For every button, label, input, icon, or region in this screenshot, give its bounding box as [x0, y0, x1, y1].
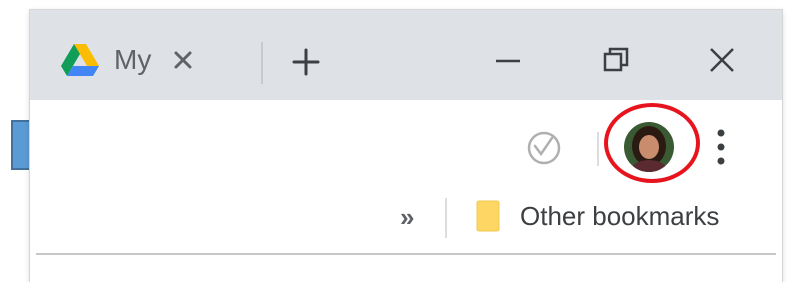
browser-window: My Drive - Google Drive — [30, 10, 782, 282]
tab-title: My Drive - Google Drive — [114, 44, 158, 75]
title-bar: My Drive - Google Drive — [30, 10, 782, 100]
tab-google-drive[interactable]: My Drive - Google Drive — [60, 36, 270, 84]
toolbar-separator — [597, 132, 599, 166]
extension-check-icon[interactable] — [526, 130, 562, 166]
other-bookmarks-label: Other bookmarks — [520, 200, 720, 231]
google-drive-icon — [61, 44, 99, 76]
window-close-icon[interactable] — [702, 40, 742, 80]
vertical-dots-icon[interactable] — [714, 124, 728, 170]
plus-icon[interactable] — [292, 48, 320, 76]
tab-divider — [261, 42, 263, 84]
close-icon[interactable] — [172, 49, 194, 71]
avatar-image — [624, 122, 674, 172]
screenshot-stage: My Drive - Google Drive — [0, 0, 795, 282]
other-bookmarks-button[interactable]: Other bookmarks — [476, 196, 719, 236]
folder-icon — [476, 200, 500, 232]
bookmarks-overflow-button[interactable]: » — [400, 202, 414, 233]
browser-toolbar — [30, 100, 782, 210]
profile-avatar[interactable] — [624, 122, 674, 172]
minimize-icon[interactable] — [488, 40, 528, 80]
restore-icon[interactable] — [596, 40, 636, 80]
content-divider — [36, 253, 776, 255]
